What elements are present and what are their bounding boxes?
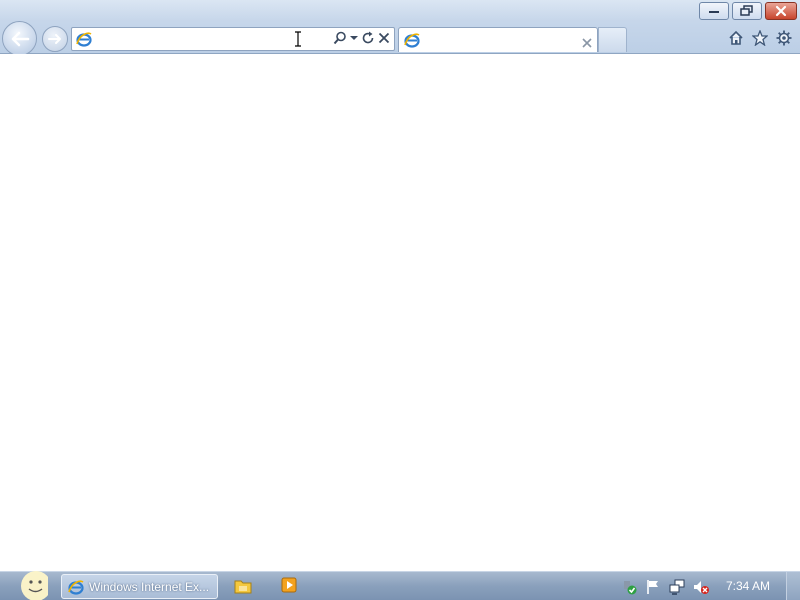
search-button[interactable] (333, 31, 347, 45)
forward-button[interactable] (42, 26, 68, 52)
taskbar-button-label: Windows Internet Ex... (89, 579, 210, 594)
start-button[interactable] (8, 569, 51, 600)
taskbar-media-player-button[interactable] (281, 577, 297, 597)
folder-icon (234, 580, 252, 594)
taskbar-clock[interactable]: 7:34 AM (715, 579, 781, 593)
taskbar-explorer-button[interactable] (234, 577, 252, 598)
show-desktop-button[interactable] (786, 572, 800, 600)
taskbar-internet-explorer-button[interactable]: Windows Internet Ex... (61, 574, 218, 599)
tray-action-center-button[interactable] (641, 577, 665, 597)
stop-icon (378, 32, 390, 44)
new-tab-button[interactable] (598, 27, 627, 52)
system-tray (617, 577, 713, 597)
security-shield-icon (624, 581, 637, 595)
forward-arrow-icon (48, 34, 61, 44)
tray-network-button[interactable] (665, 577, 689, 597)
action-center-flag-icon (647, 580, 658, 594)
network-icon (669, 579, 685, 595)
search-icon (333, 31, 346, 45)
refresh-icon (362, 31, 374, 44)
address-bar-actions (330, 31, 390, 45)
tools-button[interactable] (772, 28, 796, 48)
ie-logo-icon (404, 33, 420, 48)
text-cursor-icon (295, 31, 301, 47)
close-button[interactable] (765, 2, 797, 20)
close-icon (582, 38, 592, 48)
page-content-area[interactable] (0, 54, 800, 571)
dropdown-icon (350, 36, 358, 40)
back-arrow-icon (11, 31, 29, 46)
browser-tab[interactable] (398, 27, 598, 52)
minimize-icon (709, 11, 719, 13)
refresh-button[interactable] (361, 31, 375, 45)
restore-icon (740, 5, 753, 16)
home-button[interactable] (724, 28, 748, 48)
close-icon (775, 5, 787, 17)
ie-logo-icon (76, 32, 92, 47)
favorites-button[interactable] (748, 28, 772, 48)
taskbar: Windows Internet Ex... 7:34 AM (0, 571, 800, 600)
command-icons (724, 28, 796, 48)
stop-button[interactable] (378, 32, 390, 44)
home-icon (729, 30, 743, 45)
address-input[interactable] (95, 31, 323, 48)
minimize-button[interactable] (699, 2, 729, 20)
browser-title-bar (0, 0, 800, 56)
favorites-star-icon (752, 30, 768, 46)
address-dropdown-button[interactable] (350, 35, 358, 41)
window-controls (696, 2, 797, 20)
restore-button[interactable] (732, 2, 762, 20)
tray-security-button[interactable] (617, 577, 641, 597)
tab-close-button[interactable] (582, 33, 592, 52)
settings-gear-icon (776, 30, 792, 46)
address-bar (71, 27, 395, 51)
ie-logo-icon (68, 580, 84, 595)
speaker-muted-icon (694, 581, 709, 594)
tray-volume-button[interactable] (689, 577, 713, 597)
start-orb-icon (21, 571, 51, 600)
back-button[interactable] (2, 21, 37, 56)
media-player-icon (281, 577, 297, 593)
